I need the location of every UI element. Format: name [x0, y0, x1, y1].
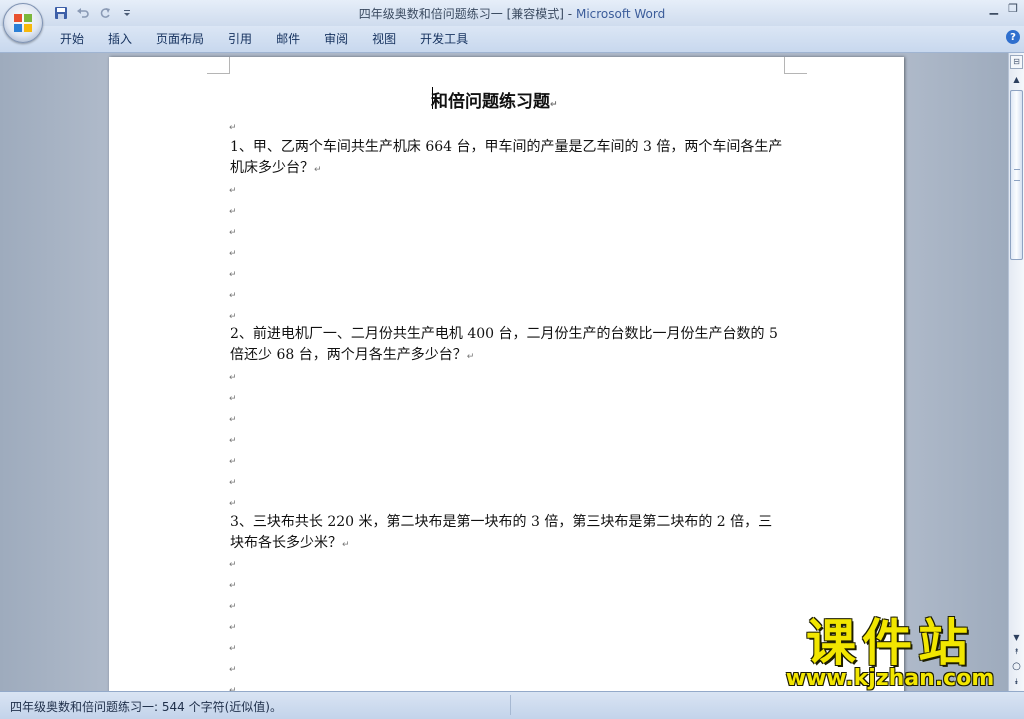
tab-mailings[interactable]: 邮件	[264, 31, 312, 47]
paragraph-mark: ↵	[229, 644, 237, 654]
paragraph-mark: ↵	[229, 207, 237, 217]
question-1-text: 1、甲、乙两个车间共生产机床 664 台，甲车间的产量是乙车间的 3 倍，两个车…	[230, 139, 783, 176]
paragraph-mark: ↵	[229, 291, 237, 301]
paragraph-mark: ↵	[229, 499, 237, 509]
thumb-grip	[1014, 169, 1020, 181]
tab-references[interactable]: 引用	[216, 31, 264, 47]
crop-mark-top-right	[784, 57, 807, 74]
title-separator: -	[567, 7, 573, 21]
paragraph-mark: ↵	[314, 165, 322, 175]
question-2: 2、前进电机厂一、二月份共生产电机 400 台，二月份生产的台数比一月份生产台数…	[230, 324, 786, 368]
ribbon-tabs: 开始 插入 页面布局 引用 邮件 审阅 视图 开发工具	[48, 31, 480, 47]
document-title-text: 和倍问题练习题	[431, 92, 550, 112]
paragraph-mark: ↵	[229, 415, 237, 425]
tab-page-layout[interactable]: 页面布局	[144, 31, 216, 47]
paragraph-mark: ↵	[229, 581, 237, 591]
scroll-up-icon[interactable]: ▲	[1009, 73, 1024, 87]
minimize-button[interactable]: ▁	[990, 2, 998, 15]
window-title: 四年级奥数和倍问题练习一 [兼容模式] - Microsoft Word	[0, 5, 1024, 22]
paragraph-mark: ↵	[466, 352, 475, 362]
paragraph-mark: ↵	[229, 270, 237, 280]
document-area[interactable]: 和倍问题练习题↵ ↵ 1、甲、乙两个车间共生产机床 664 台，甲车间的产量是乙…	[0, 53, 1008, 691]
paragraph-mark: ↵	[229, 602, 237, 612]
paragraph-mark: ↵	[229, 560, 237, 570]
paragraph-mark: ↵	[229, 186, 237, 196]
paragraph-mark: ↵	[229, 228, 237, 238]
paragraph-mark: ↵	[229, 457, 237, 467]
paragraph-mark: ↵	[229, 478, 237, 488]
office-logo-icon	[14, 14, 32, 32]
paragraph-mark: ↵	[229, 312, 237, 322]
status-divider	[510, 695, 511, 715]
watermark-chinese: 课件站	[806, 614, 974, 672]
paragraph-mark: ↵	[229, 394, 237, 404]
status-text: 四年级奥数和倍问题练习一: 544 个字符(近似值)。	[10, 700, 282, 714]
previous-page-icon[interactable]: ⯭	[1009, 647, 1024, 659]
question-3-text: 3、三块布共长 220 米，第二块布是第一块布的 3 倍，第三块布是第二块布的 …	[230, 514, 773, 551]
vertical-scrollbar[interactable]: ⊟ ▲ ▼ ⯭ ○ ⯯	[1008, 53, 1024, 691]
scroll-thumb[interactable]	[1010, 90, 1023, 260]
scroll-down-icon[interactable]: ▼	[1009, 631, 1024, 645]
watermark: 课件站 www.kjzhan.com	[776, 614, 1004, 694]
paragraph-mark: ↵	[229, 249, 237, 259]
select-browse-object-icon[interactable]: ○	[1009, 661, 1024, 675]
question-2-text: 2、前进电机厂一、二月份共生产电机 400 台，二月份生产的台数比一月份生产台数…	[230, 326, 778, 363]
document-title: 和倍问题练习题↵	[431, 87, 611, 112]
paragraph-mark: ↵	[229, 436, 237, 446]
tab-view[interactable]: 视图	[360, 31, 408, 47]
document-page[interactable]: 和倍问题练习题↵ ↵ 1、甲、乙两个车间共生产机床 664 台，甲车间的产量是乙…	[109, 57, 904, 691]
app-name: Microsoft Word	[575, 7, 666, 21]
paragraph-mark: ↵	[550, 100, 558, 110]
status-bar: 四年级奥数和倍问题练习一: 544 个字符(近似值)。	[0, 691, 1024, 719]
paragraph-mark: ↵	[342, 540, 350, 550]
title-bar: 四年级奥数和倍问题练习一 [兼容模式] - Microsoft Word ▁ ❐	[0, 0, 1024, 26]
office-button[interactable]	[3, 3, 43, 43]
next-page-icon[interactable]: ⯯	[1009, 677, 1024, 689]
view-ruler-toggle[interactable]: ⊟	[1010, 55, 1023, 69]
paragraph-mark: ↵	[229, 623, 237, 633]
help-icon[interactable]: ?	[1006, 30, 1020, 44]
document-name: 四年级奥数和倍问题练习一	[358, 7, 503, 21]
question-1: 1、甲、乙两个车间共生产机床 664 台，甲车间的产量是乙车间的 3 倍，两个车…	[230, 137, 786, 181]
restore-button[interactable]: ❐	[1008, 2, 1018, 15]
paragraph-mark: ↵	[229, 123, 237, 133]
compat-mode: [兼容模式]	[506, 7, 564, 21]
crop-mark-top-left	[207, 57, 230, 74]
paragraph-mark: ↵	[229, 665, 237, 675]
paragraph-mark: ↵	[229, 373, 237, 383]
watermark-url: www.kjzhan.com	[785, 666, 995, 691]
tab-developer[interactable]: 开发工具	[408, 31, 480, 47]
tab-review[interactable]: 审阅	[312, 31, 360, 47]
question-3: 3、三块布共长 220 米，第二块布是第一块布的 3 倍，第三块布是第二块布的 …	[230, 512, 786, 556]
tab-home[interactable]: 开始	[48, 31, 96, 47]
window-controls: ▁ ❐	[990, 2, 1018, 15]
tab-insert[interactable]: 插入	[96, 31, 144, 47]
ribbon-tab-bar: 开始 插入 页面布局 引用 邮件 审阅 视图 开发工具 ?	[0, 26, 1024, 53]
